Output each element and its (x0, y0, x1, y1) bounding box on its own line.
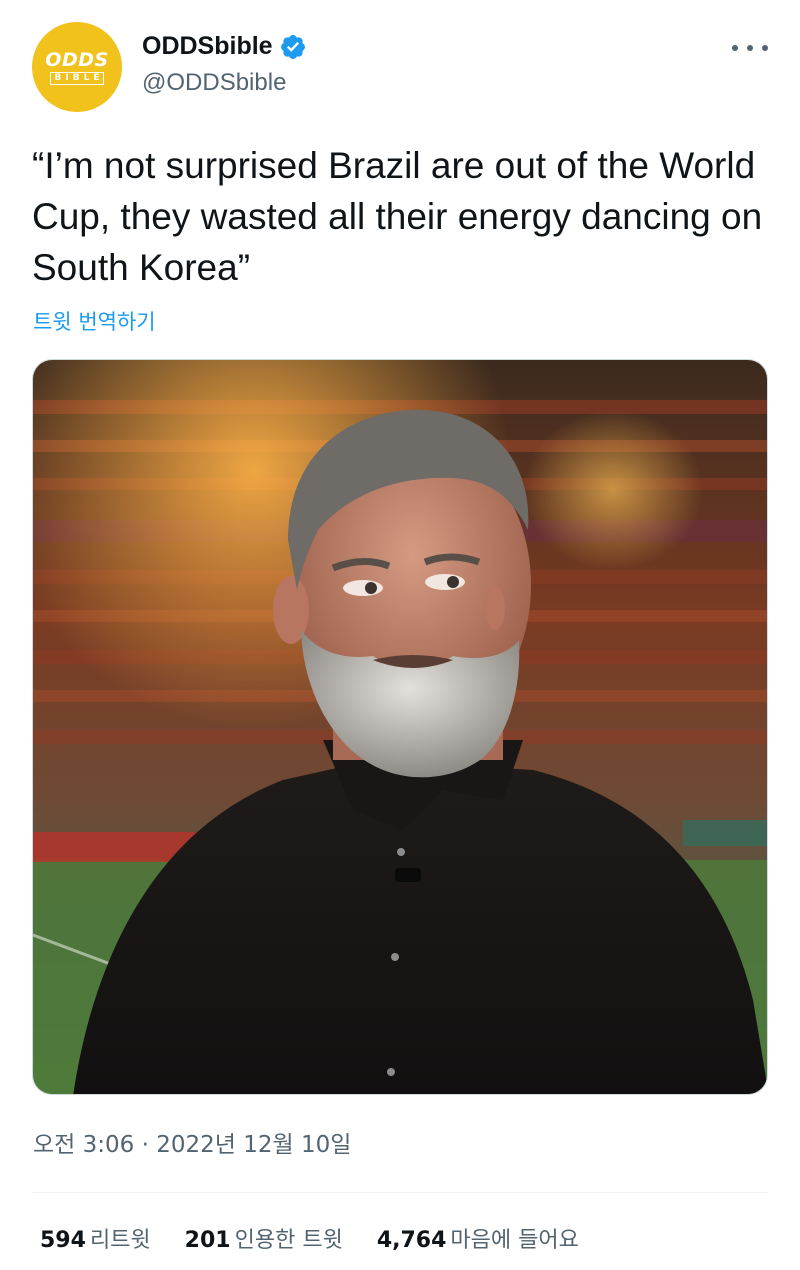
verified-badge-icon (279, 33, 307, 61)
tweet-time[interactable]: 오전 3:06 (33, 1132, 134, 1158)
display-name-row: ODDSbible (142, 32, 307, 61)
engagement-stats: 594 리트윗 201 인용한 트윗 4,764 마음에 들어요 (40, 1222, 579, 1254)
quotes-stat[interactable]: 201 인용한 트윗 (185, 1222, 343, 1254)
display-name[interactable]: ODDSbible (142, 32, 273, 61)
retweets-count: 594 (40, 1228, 86, 1253)
tweet-photo[interactable] (32, 359, 768, 1095)
handle[interactable]: @ODDSbible (142, 69, 307, 97)
author-names: ODDSbible @ODDSbible (142, 32, 307, 97)
retweets-stat[interactable]: 594 리트윗 (40, 1222, 151, 1254)
tweet-card: ODDS BIBLE ODDSbible @ODDSbible “I’m not… (0, 0, 800, 1270)
divider (32, 1192, 768, 1193)
tweet-date[interactable]: 2022년 12월 10일 (156, 1132, 351, 1158)
likes-label: 마음에 들어요 (450, 1228, 579, 1253)
avatar[interactable]: ODDS BIBLE (32, 22, 122, 112)
likes-stat[interactable]: 4,764 마음에 들어요 (377, 1222, 579, 1254)
tweet-timestamp: 오전 3:06 · 2022년 12월 10일 (33, 1125, 351, 1159)
tweet-header: ODDS BIBLE ODDSbible @ODDSbible (32, 22, 768, 112)
timestamp-separator: · (134, 1132, 157, 1158)
quotes-label: 인용한 트윗 (234, 1228, 343, 1253)
likes-count: 4,764 (376, 1228, 447, 1253)
translate-tweet-link[interactable]: 트윗 번역하기 (33, 306, 156, 336)
retweets-label: 리트윗 (89, 1228, 151, 1253)
quotes-count: 201 (184, 1228, 231, 1253)
avatar-logo-subtext: BIBLE (49, 71, 105, 85)
tweet-text: “I’m not surprised Brazil are out of the… (32, 145, 763, 288)
more-options-icon[interactable] (732, 36, 768, 60)
avatar-logo-text: ODDS (45, 48, 109, 71)
